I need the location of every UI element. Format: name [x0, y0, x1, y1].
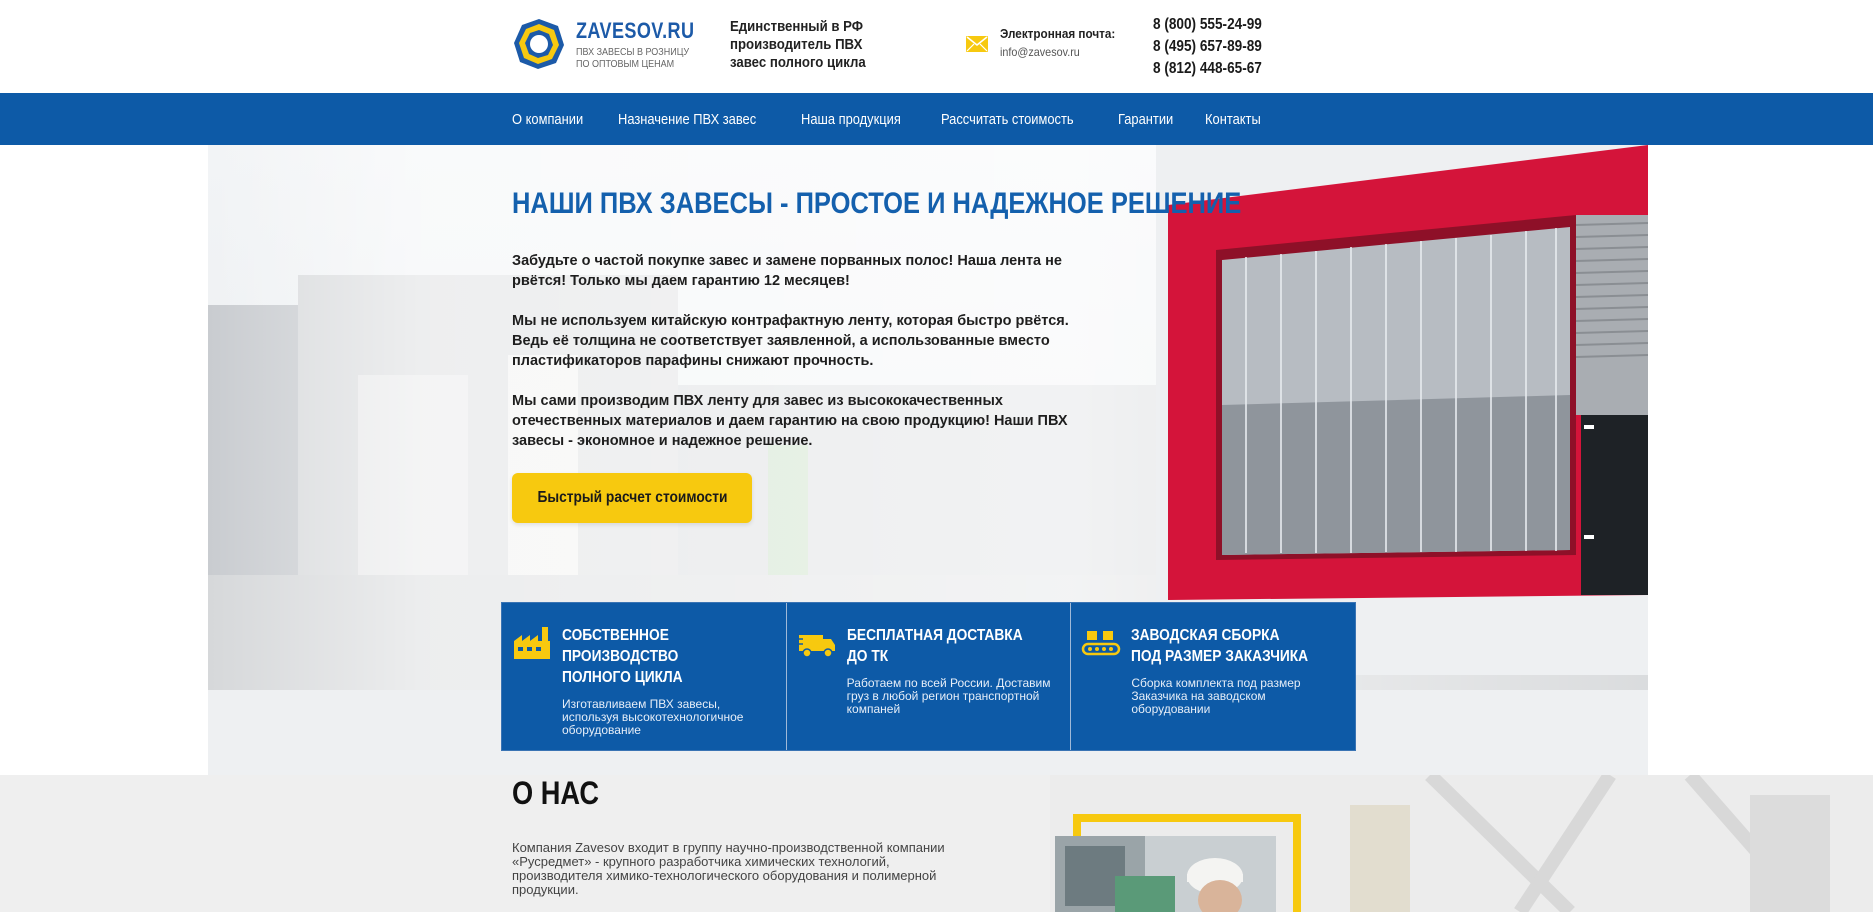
header-slogan: Единственный в РФ производитель ПВХ заве…: [730, 18, 866, 71]
feature-title: Собственное производство полного цикла: [562, 627, 683, 686]
phone-link[interactable]: 8 (800) 555-24-99: [1153, 14, 1262, 36]
hero-paragraph-2: Мы не используем китайскую контрафактную…: [512, 313, 1069, 369]
worker-photo: [1055, 836, 1276, 912]
quick-calc-button-label: Быстрый расчет стоимости: [536, 489, 727, 506]
phone-list: 8 (800) 555-24-99 8 (495) 657-89-89 8 (8…: [1153, 14, 1281, 80]
email-label: Электронная почта:: [1000, 26, 1116, 41]
truck-icon: [796, 635, 835, 658]
feature-text: Изготавливаем ПВХ завесы, используя высо…: [562, 697, 744, 737]
about-section: О НАС Компания Zavesov входит в группу н…: [0, 775, 1873, 912]
email-block: Электронная почта: info@zavesov.ru: [966, 26, 1128, 59]
features-panel: Собственное производство полного цикла И…: [501, 602, 1356, 751]
feature-text: Сборка комплекта под размер Заказчика на…: [1131, 676, 1301, 716]
logo-tagline-1: ПВХ ЗАВЕСЫ В РОЗНИЦУ: [576, 46, 690, 58]
logo-icon: [514, 19, 564, 69]
nav-item-purpose[interactable]: Назначение ПВХ завес: [618, 111, 756, 128]
nav-item-about[interactable]: О компании: [512, 111, 583, 128]
feature-production: Собственное производство полного цикла И…: [502, 603, 787, 750]
feature-title: Бесплатная доставка до ТК: [846, 627, 1023, 665]
main-nav: О компании Назначение ПВХ завес Наша про…: [0, 93, 1873, 145]
about-text: Компания Zavesov входит в группу научно-…: [512, 840, 945, 897]
page: ZAVESOV.RU ПВХ ЗАВЕСЫ В РОЗНИЦУ ПО ОПТОВ…: [0, 0, 1873, 912]
pvc-curtain-photo: [1156, 145, 1648, 675]
mail-icon: [966, 36, 988, 52]
hero-paragraph-3: Мы сами производим ПВХ ленту для завес и…: [512, 393, 1068, 449]
nav-item-contacts[interactable]: Контакты: [1205, 111, 1261, 128]
logo-tagline-2: ПО ОПТОВЫМ ЦЕНАМ: [576, 58, 675, 70]
phone-link[interactable]: 8 (812) 448-65-67: [1153, 58, 1262, 80]
hero-title: НАШИ ПВХ ЗАВЕСЫ - ПРОСТОЕ И НАДЕЖНОЕ РЕШ…: [512, 187, 1242, 220]
hero-section: НАШИ ПВХ ЗАВЕСЫ - ПРОСТОЕ И НАДЕЖНОЕ РЕШ…: [208, 145, 1648, 775]
email-link[interactable]: info@zavesov.ru: [1000, 45, 1115, 59]
feature-title: Заводская сборка под размер заказчика: [1131, 627, 1309, 665]
logo-name: ZAVESOV.RU: [576, 17, 695, 43]
nav-item-products[interactable]: Наша продукция: [801, 111, 901, 128]
feature-assembly: Заводская сборка под размер заказчика Сб…: [1071, 603, 1355, 750]
feature-text: Работаем по всей России. Доставим груз в…: [846, 676, 1051, 716]
logo[interactable]: ZAVESOV.RU ПВХ ЗАВЕСЫ В РОЗНИЦУ ПО ОПТОВ…: [512, 17, 720, 71]
nav-item-guarantees[interactable]: Гарантии: [1118, 111, 1173, 128]
about-title: О НАС: [512, 775, 599, 811]
hero-paragraph-1: Забудьте о частой покупке завес и замене…: [512, 253, 1062, 289]
factory-icon: [514, 627, 550, 659]
site-header: ZAVESOV.RU ПВХ ЗАВЕСЫ В РОЗНИЦУ ПО ОПТОВ…: [0, 0, 1873, 93]
assembly-icon: [1082, 631, 1121, 656]
quick-calc-button[interactable]: Быстрый расчет стоимости: [512, 473, 752, 523]
phone-link[interactable]: 8 (495) 657-89-89: [1153, 36, 1262, 58]
feature-delivery: Бесплатная доставка до ТК Работаем по вс…: [787, 603, 1072, 750]
nav-item-calculate[interactable]: Рассчитать стоимость: [941, 111, 1074, 128]
